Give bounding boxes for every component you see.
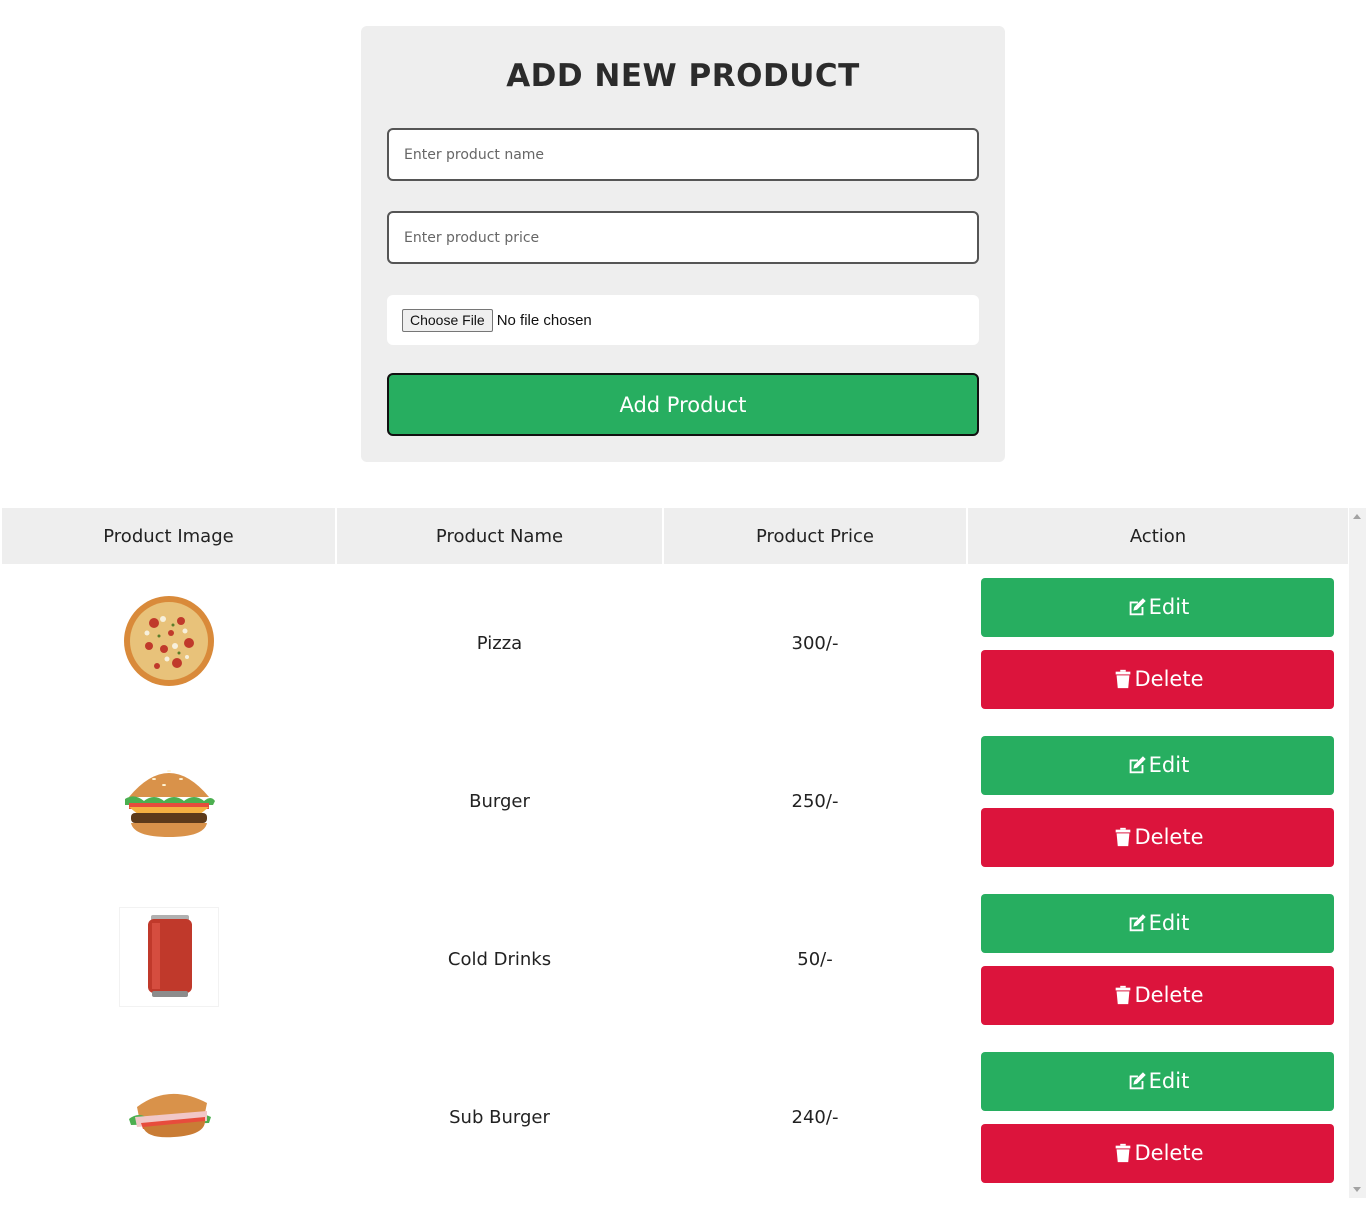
product-image-cell [2, 880, 336, 1038]
delete-button[interactable]: Delete [981, 1123, 1334, 1183]
delete-button[interactable]: Delete [981, 965, 1334, 1025]
product-name-input[interactable] [387, 128, 979, 181]
edit-icon [1129, 914, 1146, 932]
product-name-cell: Burger [469, 790, 530, 812]
edit-icon [1129, 598, 1146, 616]
product-price-cell: 250/- [791, 790, 839, 812]
product-price-input[interactable] [387, 211, 979, 264]
product-image-file-field: Choose File No file chosen [387, 295, 979, 345]
table-row: Cold Drinks 50/- Edit Delete [2, 880, 1348, 1038]
trash-icon [1115, 827, 1130, 847]
action-cell: Edit Delete [967, 564, 1348, 722]
edit-label: Edit [1148, 595, 1190, 619]
delete-button[interactable]: Delete [981, 807, 1334, 867]
table-header-row: Product Image Product Name Product Price… [2, 508, 1348, 564]
edit-button[interactable]: Edit [981, 1051, 1334, 1111]
delete-label: Delete [1134, 983, 1204, 1007]
add-product-button[interactable]: Add Product [387, 373, 979, 436]
choose-file-button[interactable]: Choose File [402, 308, 493, 332]
burger-image [125, 769, 215, 837]
edit-label: Edit [1148, 1069, 1190, 1093]
product-name-cell: Cold Drinks [447, 948, 552, 970]
table-row: Pizza 300/- Edit Delete [2, 564, 1348, 722]
header-action: Action [967, 508, 1348, 564]
edit-button[interactable]: Edit [981, 735, 1334, 795]
product-price-cell: 240/- [791, 1106, 839, 1128]
product-image-cell [2, 564, 336, 722]
delete-button[interactable]: Delete [981, 649, 1334, 709]
file-status-text: No file chosen [496, 311, 592, 329]
delete-label: Delete [1134, 667, 1204, 691]
action-cell: Edit Delete [967, 722, 1348, 880]
header-product-image: Product Image [2, 508, 337, 564]
edit-icon [1129, 1072, 1146, 1090]
pizza-image [124, 595, 214, 686]
edit-icon [1129, 756, 1146, 774]
trash-icon [1115, 985, 1130, 1005]
product-name-cell: Sub Burger [449, 1106, 550, 1128]
product-image-cell [2, 1038, 336, 1196]
form-title: ADD NEW PRODUCT [506, 58, 860, 94]
vertical-scrollbar[interactable] [1349, 508, 1366, 1198]
trash-icon [1115, 669, 1130, 689]
edit-button[interactable]: Edit [981, 893, 1334, 953]
product-name-cell: Pizza [476, 632, 523, 654]
product-image-cell [2, 722, 336, 880]
edit-label: Edit [1148, 911, 1190, 935]
trash-icon [1115, 1143, 1130, 1163]
table-row: Burger 250/- Edit Delete [2, 722, 1348, 880]
delete-label: Delete [1134, 825, 1204, 849]
add-product-form: ADD NEW PRODUCT Choose File No file chos… [361, 26, 1005, 462]
scroll-up-arrow-icon[interactable] [1353, 514, 1361, 519]
sub-burger-image [129, 1093, 211, 1137]
header-product-price: Product Price [663, 508, 968, 564]
products-table: Product Image Product Name Product Price… [2, 508, 1348, 1196]
delete-label: Delete [1134, 1141, 1204, 1165]
action-cell: Edit Delete [967, 880, 1348, 1038]
header-product-name: Product Name [336, 508, 664, 564]
action-cell: Edit Delete [967, 1038, 1348, 1196]
product-price-cell: 300/- [791, 632, 839, 654]
table-row: Sub Burger 240/- Edit Delete [2, 1038, 1348, 1196]
cola-can-image [119, 906, 219, 1007]
edit-button[interactable]: Edit [981, 577, 1334, 637]
product-price-cell: 50/- [797, 948, 833, 970]
edit-label: Edit [1148, 753, 1190, 777]
scroll-down-arrow-icon[interactable] [1353, 1187, 1361, 1192]
